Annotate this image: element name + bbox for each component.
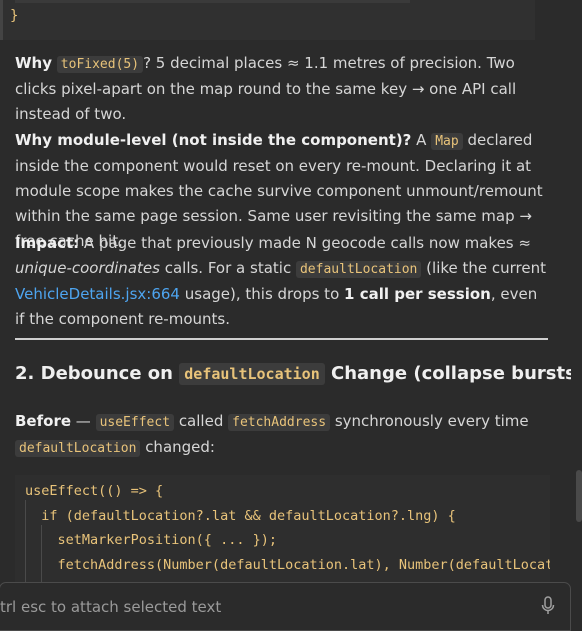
why-tofixed-paragraph: Why toFixed(5)? 5 decimal places ≈ 1.1 m… <box>15 51 550 127</box>
why-module-lead: Why module-level (not inside the compone… <box>15 131 412 149</box>
before-text-3: changed: <box>145 438 215 456</box>
section-2-heading-post: Change (collapse bursts) <box>331 363 582 384</box>
impact-bold: 1 call per session <box>344 285 491 303</box>
impact-paragraph: Impact: A page that previously made N ge… <box>15 231 550 332</box>
before-paragraph: Before — useEffect called fetchAddress s… <box>15 409 550 461</box>
before-text-2: synchronously every time <box>334 412 529 430</box>
section-divider <box>15 338 548 340</box>
tofixed-code: toFixed(5) <box>56 56 144 73</box>
chat-input-placeholder: trl esc to attach selected text <box>0 598 222 616</box>
microphone-icon[interactable] <box>539 595 557 617</box>
section-2-heading-code: defaultLocation <box>179 363 325 385</box>
impact-text-2: calls. For a static <box>164 259 292 277</box>
before-lead: Before <box>15 412 72 430</box>
scrollbar-track[interactable] <box>571 0 582 631</box>
why-module-pre: A <box>416 131 427 149</box>
map-code: Map <box>431 133 463 150</box>
before-text-1: called <box>178 412 224 430</box>
code-indent-rail <box>0 0 3 40</box>
code-scroll-strip <box>15 0 410 3</box>
vehicle-details-link[interactable]: VehicleDetails.jsx:664 <box>15 285 180 303</box>
code-closing-brace: } <box>10 8 19 24</box>
impact-emphasis: unique-coordinates <box>15 259 160 277</box>
section-2-heading: 2. Debounce on defaultLocation Change (c… <box>15 360 582 388</box>
code-line-4: fetchAddress(Number(defaultLocation.lat)… <box>25 557 551 573</box>
code-block: useEffect(() => { if (defaultLocation?.l… <box>15 475 550 585</box>
chat-input[interactable]: trl esc to attach selected text <box>0 582 571 631</box>
scrollbar-thumb[interactable] <box>576 470 582 522</box>
impact-text-3: (like the current <box>426 259 547 277</box>
section-2-heading-pre: 2. Debounce on <box>15 363 173 384</box>
impact-lead: Impact: <box>15 234 80 252</box>
code-block-top: } <box>0 0 535 40</box>
why-tofixed-lead: Why <box>15 54 53 72</box>
fetch-address-code: fetchAddress <box>228 414 331 431</box>
code-line-3: setMarkerPosition({ ... }); <box>25 532 277 548</box>
use-effect-code: useEffect <box>95 414 175 431</box>
impact-text-4: usage), this drops to <box>184 285 340 303</box>
default-location-code: defaultLocation <box>295 261 422 278</box>
before-dash: — <box>75 412 91 430</box>
impact-text-1: A page that previously made N geocode ca… <box>83 234 531 252</box>
code-line-2: if (defaultLocation?.lat && defaultLocat… <box>25 508 456 524</box>
default-location-code-2: defaultLocation <box>15 440 141 457</box>
code-line-1: useEffect(() => { <box>25 483 164 499</box>
